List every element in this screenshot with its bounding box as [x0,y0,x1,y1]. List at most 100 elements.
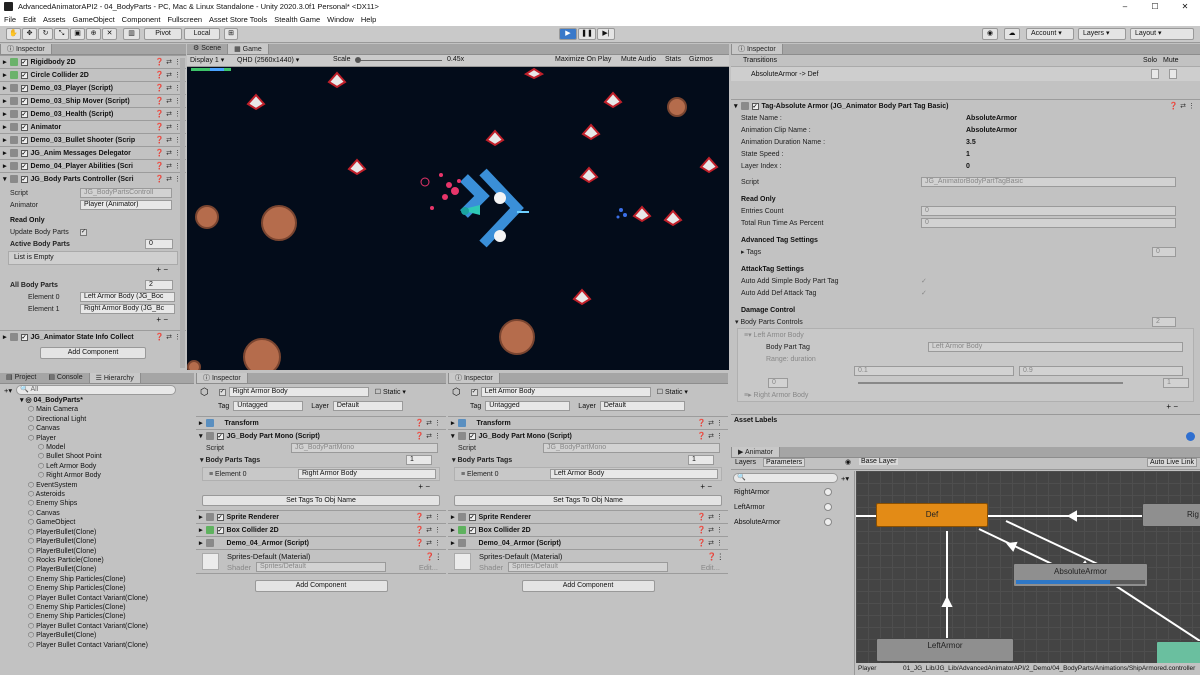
active-body-parts-count[interactable]: 0 [145,239,173,249]
menu-assets[interactable]: Assets [43,15,66,24]
scale-tool-icon[interactable]: ⤡ [54,28,69,40]
tag-dropdown[interactable]: Untagged [485,401,571,411]
set-tags-button[interactable]: Set Tags To Obj Name [202,495,440,506]
component-header[interactable]: ▸ ✓ Demo_03_Player (Script) ❓⇄⋮ [0,81,186,94]
hierarchy-item[interactable]: ⬡ Model [0,443,194,452]
list-item[interactable]: ≡▸ Right Armor Body [738,389,1193,401]
play-button[interactable]: ▶ [559,28,577,40]
hierarchy-item[interactable]: ⬡ PlayerBullet(Clone) [0,565,194,574]
material-menu-icon[interactable]: ❓⋮ [707,552,724,561]
hierarchy-search-input[interactable]: 🔍 All [16,385,177,395]
active-checkbox[interactable]: ✓ [470,388,478,396]
menu-edit[interactable]: Edit [23,15,36,24]
hierarchy-item[interactable]: ⬡ Player Bullet Contact Variant(Clone) [0,641,194,650]
tab-inspector[interactable]: ⓘ Inspector [448,373,500,383]
foldout-arrow-icon[interactable]: ▸ [3,97,7,105]
component-header[interactable]: ▸ ✓ Sprite Renderer ❓⇄⋮ [448,510,728,523]
component-header[interactable]: ▸ ✓ JG_Anim Messages Delegator ❓⇄⋮ [0,146,186,159]
tag-dropdown[interactable]: Untagged [233,401,304,411]
menu-fullscreen[interactable]: Fullscreen [167,15,202,24]
set-tags-button[interactable]: Set Tags To Obj Name [454,495,722,506]
hierarchy-item[interactable]: ⬡ GameObject [0,518,194,527]
component-header[interactable]: ▾ ✓ JG_Body Part Mono (Script) ❓⇄⋮ [448,429,728,442]
component-header[interactable]: ▸ ✓ Animator ❓⇄⋮ [0,120,186,133]
component-enabled-checkbox[interactable]: ✓ [20,58,28,66]
game-canvas[interactable] [187,67,729,370]
component-enabled-checkbox[interactable]: ✓ [20,110,28,118]
component-header[interactable]: ▸ Transform ❓⇄⋮ [196,416,446,429]
foldout-arrow-icon[interactable]: ▸ [3,136,7,144]
pivot-button[interactable]: Pivot [144,28,182,40]
state-def[interactable]: Def [876,503,988,527]
list-add-remove[interactable]: + − [448,482,728,492]
foldout-arrow-icon[interactable]: ▸ [3,162,7,170]
component-enabled-checkbox[interactable]: ✓ [20,97,28,105]
mute-checkbox[interactable] [1169,69,1177,79]
close-button[interactable]: ✕ [1170,0,1200,13]
object-name-input[interactable]: Left Armor Body [480,387,651,397]
component-enabled-checkbox[interactable]: ✓ [468,526,476,534]
menu-window[interactable]: Window [327,15,354,24]
menu-help[interactable]: Help [361,15,376,24]
stats-toggle[interactable]: Stats [665,56,681,63]
state-machine-graph[interactable]: Def Rig AbsoluteArmor LeftArmor [856,471,1200,663]
auto-simple-checkbox[interactable]: ✓ [921,277,927,285]
hierarchy-item[interactable]: ⬡ Left Armor Body [0,462,194,471]
foldout-arrow-icon[interactable]: ▸ [3,149,7,157]
hierarchy-item[interactable]: ⬡ PlayerBullet(Clone) [0,537,194,546]
hierarchy-item[interactable]: ⬡ Enemy Ship Particles(Clone) [0,584,194,593]
foldout-arrow-icon[interactable]: ▸ [3,58,7,66]
asset-label-icon[interactable] [1186,432,1195,441]
hierarchy-item[interactable]: ⬡ Rocks Particle(Clone) [0,556,194,565]
body-parts-tags-count[interactable]: 1 [688,455,714,465]
scale-slider-thumb[interactable] [355,57,361,63]
parameter-item[interactable]: LeftArmor [731,500,854,515]
hierarchy-item[interactable]: ⬡ Enemy Ships [0,499,194,508]
component-menu-icons[interactable]: ❓⇄⋮ [155,123,183,131]
component-menu-icons[interactable]: ❓⇄⋮ [155,149,183,157]
element-value[interactable]: Right Armor Body [298,469,436,479]
component-menu-icons[interactable]: ❓⇄⋮ [155,97,183,105]
hierarchy-item[interactable]: ⬡ Bullet Shoot Point [0,452,194,461]
base-layer-breadcrumb[interactable]: Base Layer [859,458,899,465]
foldout-arrow-icon[interactable]: ▸ [3,123,7,131]
hierarchy-item[interactable]: ⬡ Enemy Ship Particles(Clone) [0,575,194,584]
body-parts-tags-count[interactable]: 1 [406,455,432,465]
move-tool-icon[interactable]: ✥ [22,28,37,40]
hierarchy-item[interactable]: ⬡ PlayerBullet(Clone) [0,547,194,556]
static-toggle[interactable]: ☐ Static ▾ [657,388,688,396]
component-enabled-checkbox[interactable]: ✓ [751,102,759,110]
static-toggle[interactable]: ☐ Static ▾ [375,388,406,396]
transition-row[interactable]: AbsoluteArmor -> Def [731,67,1200,81]
shader-dropdown[interactable]: Sprites/Default [256,562,386,572]
resolution-dropdown[interactable]: QHD (2560x1440) ▾ [237,56,299,64]
scale-slider[interactable] [357,60,442,61]
component-menu-icons[interactable]: ❓⇄⋮ [155,71,183,79]
menu-gameobject[interactable]: GameObject [73,15,115,24]
hierarchy-item[interactable]: ⬡ Asteroids [0,490,194,499]
component-enabled-checkbox[interactable]: ✓ [20,175,28,183]
tab-inspector[interactable]: ⓘ Inspector [196,373,248,383]
parameter-item[interactable]: AbsoluteArmor [731,515,854,530]
maximize-on-play-toggle[interactable]: Maximize On Play [555,56,611,63]
scene-root[interactable]: ▾ ◎ 04_BodyParts* [0,396,194,405]
hierarchy-item[interactable]: ⬡ Player Bullet Contact Variant(Clone) [0,594,194,603]
tags-foldout[interactable]: ▸ Tags [731,248,1152,256]
component-header[interactable]: ▸ ✓ Box Collider 2D ❓⇄⋮ [196,523,446,536]
foldout-arrow-icon[interactable]: ▸ [3,110,7,118]
hand-tool-icon[interactable]: ✋ [6,28,21,40]
list-item[interactable]: ≡▾ Left Armor Body [738,329,1193,341]
component-enabled-checkbox[interactable]: ✓ [20,149,28,157]
component-header[interactable]: ▸ ✓ Circle Collider 2D ❓⇄⋮ [0,68,186,81]
layers-tab[interactable]: Layers [735,459,756,466]
tab-console[interactable]: ▤ Console [42,373,88,383]
cloud-icon[interactable]: ☁ [1004,28,1020,40]
tab-inspector[interactable]: ⓘ Inspector [0,44,52,54]
component-header[interactable]: ▸ ✓ JG_Animator State Info Collect ❓⇄⋮ [0,330,186,343]
foldout-arrow-icon[interactable]: ▸ [3,84,7,92]
component-menu-icons[interactable]: ❓⇄⋮ [155,58,183,66]
state-right-armor[interactable]: Rig [1142,503,1200,527]
rect-tool-icon[interactable]: ▣ [70,28,85,40]
range-slider[interactable] [858,382,1123,384]
component-header[interactable]: ▸ ✓ Demo_03_Health (Script) ❓⇄⋮ [0,107,186,120]
